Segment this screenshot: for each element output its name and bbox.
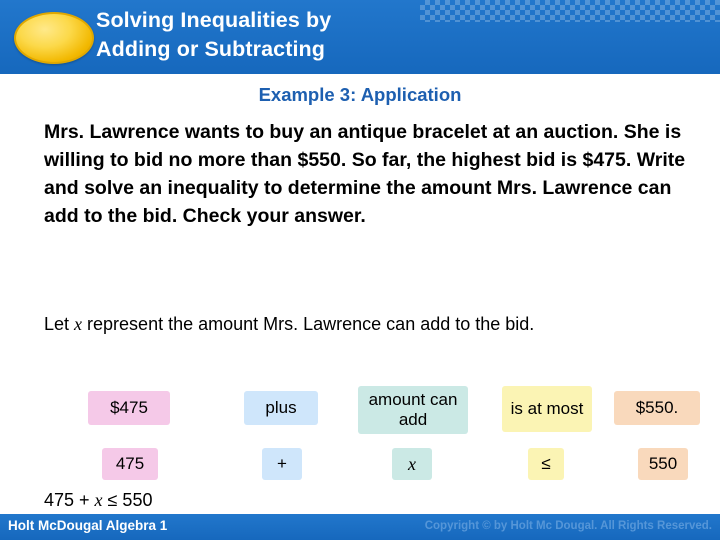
final-inequality-part1: 475 +: [44, 490, 95, 510]
example-subtitle: Example 3: Application: [258, 84, 462, 105]
phrase-box-1: $475: [88, 391, 170, 425]
footer-book-title: Holt McDougal Algebra 1: [8, 518, 168, 533]
symbol-box-1: 475: [102, 448, 158, 480]
variable-definition-part2: represent the amount Mrs. Lawrence can a…: [82, 314, 535, 334]
slide-footer: Holt McDougal Algebra 1 Copyright © by H…: [0, 514, 720, 540]
header-oval-decoration: [14, 12, 94, 64]
final-inequality-part2: ≤ 550: [102, 490, 153, 510]
symbol-box-5: 550: [638, 448, 688, 480]
problem-statement: Mrs. Lawrence wants to buy an antique br…: [44, 121, 686, 227]
page-title-line2: Adding or Subtracting: [96, 37, 326, 61]
final-inequality-variable: x: [94, 490, 103, 510]
variable-definition-part1: Let: [44, 314, 75, 334]
phrase-box-4: is at most: [502, 386, 592, 432]
slide-header-band: Solving Inequalities by Adding or Subtra…: [0, 0, 720, 74]
symbol-box-row: 475 + x ≤ 550: [44, 448, 710, 486]
phrase-box-5: $550.: [614, 391, 700, 425]
variable-definition: Let x represent the amount Mrs. Lawrence…: [44, 312, 694, 337]
final-inequality: 475 + x ≤ 550: [44, 490, 152, 511]
symbol-box-4: ≤: [528, 448, 564, 480]
variable-definition-variable: x: [74, 314, 83, 334]
phrase-box-row: $475 plus amount can add is at most $550…: [44, 386, 710, 446]
phrase-box-3: amount can add: [358, 386, 468, 434]
phrase-box-2: plus: [244, 391, 318, 425]
symbol-box-3: x: [392, 448, 432, 480]
footer-copyright: Copyright © by Holt Mc Dougal. All Right…: [424, 520, 712, 532]
symbol-box-2: +: [262, 448, 302, 480]
page-title: Solving Inequalities by Adding or Subtra…: [96, 6, 696, 64]
page-title-line1: Solving Inequalities by: [96, 8, 332, 32]
